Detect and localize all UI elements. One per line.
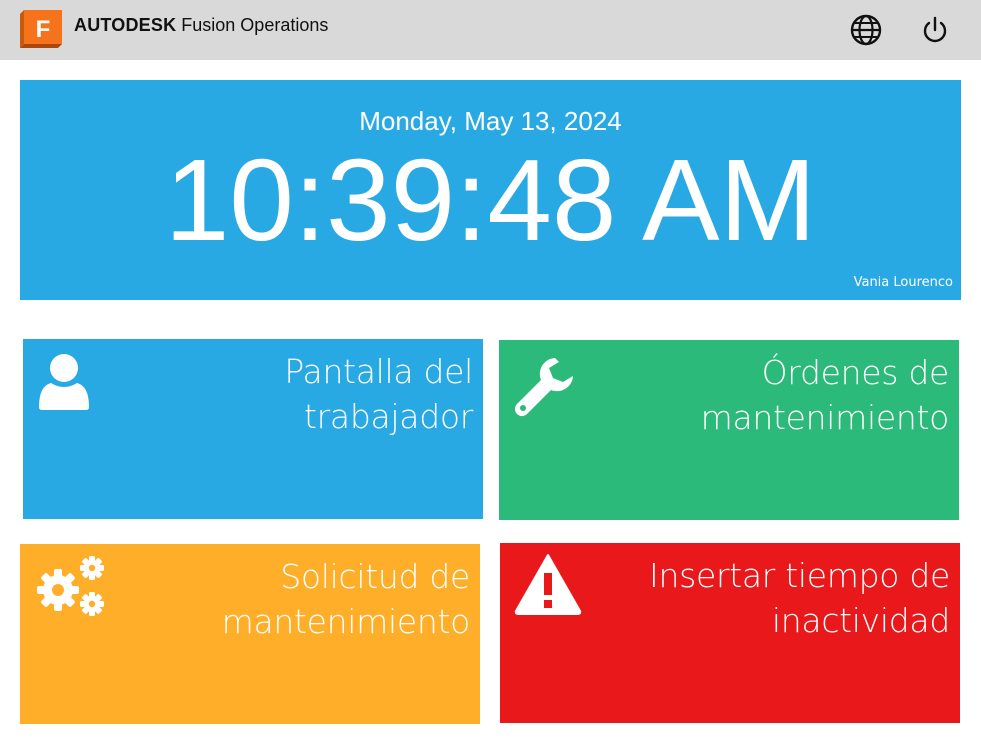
maintenance-request-label: Solicitud de mantenimiento (221, 557, 471, 641)
top-bar: F AUTODESK Fusion Operations (0, 0, 981, 60)
downtime-label: Insertar tiempo de inactividad (649, 556, 950, 640)
maintenance-orders-tile[interactable]: Órdenes de mantenimiento (499, 340, 959, 520)
current-user: Vania Lourenco (853, 275, 953, 290)
user-icon (39, 354, 89, 410)
power-icon (923, 16, 947, 43)
maintenance-orders-label: Órdenes de mantenimiento (700, 353, 950, 437)
clock-panel: Monday, May 13, 2024 10:39:48 AM Vania L… (20, 80, 961, 300)
globe-icon (850, 14, 882, 46)
current-date: Monday, May 13, 2024 (359, 106, 622, 136)
worker-screen-tile[interactable]: Pantalla del trabajador (23, 339, 483, 519)
language-button[interactable] (849, 13, 883, 47)
logout-button[interactable] (918, 13, 952, 47)
downtime-tile[interactable]: Insertar tiempo de inactividad (500, 543, 960, 723)
worker-screen-label: Pantalla del trabajador (284, 352, 473, 436)
brand-product: Fusion Operations (181, 15, 329, 35)
current-time: 10:39:48 AM (164, 135, 817, 265)
wrench-icon (514, 358, 573, 417)
brand-name: AUTODESK Fusion Operations (74, 15, 328, 36)
logo-letter: F (36, 16, 51, 43)
brand-bold: AUTODESK (74, 15, 177, 35)
maintenance-request-tile[interactable]: Solicitud de mantenimiento (20, 544, 480, 724)
fusion-logo: F (20, 10, 62, 48)
